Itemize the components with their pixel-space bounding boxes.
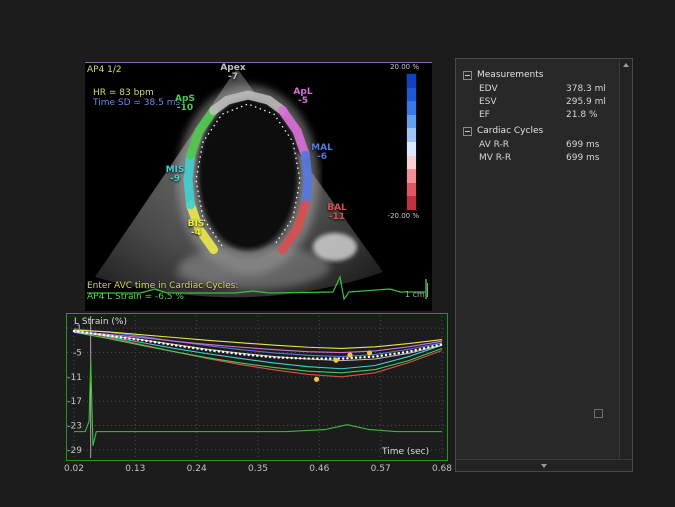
colorbar-bottom-label: -20.00 %	[381, 212, 421, 221]
colorbar-segment	[407, 156, 416, 170]
measurement-value: 295.9 ml	[566, 97, 606, 107]
scroll-up-button[interactable]	[620, 59, 632, 71]
measurement-row-mv-rr: MV R-R 699 ms	[456, 151, 618, 164]
strain-result: AP4 L Strain = -6.5 %	[87, 292, 184, 302]
section-header-cardiac-cycles[interactable]: Cardiac Cycles	[456, 124, 618, 138]
colorbar-segment	[407, 196, 416, 210]
roi-segment-mal	[305, 155, 308, 205]
section-title: Cardiac Cycles	[477, 126, 543, 136]
scrollbar-vertical[interactable]	[619, 59, 632, 459]
arrow-down-icon	[541, 464, 547, 468]
measurement-row-av-rr: AV R-R 699 ms	[456, 138, 618, 151]
lv-cavity	[198, 98, 298, 250]
collapse-icon[interactable]	[463, 71, 472, 80]
measurement-value: 699 ms	[566, 140, 600, 150]
measurement-value: 21.8 %	[566, 110, 597, 120]
measurement-label: MV R-R	[456, 153, 566, 163]
measurement-row-esv: ESV 295.9 ml	[456, 95, 618, 108]
colorbar-segment	[407, 115, 416, 129]
strain-chart-svg[interactable]: 0.020.130.240.350.460.570.681-5-11-17-23…	[60, 313, 460, 479]
measurement-row-ef: EF 21.8 %	[456, 108, 618, 121]
colorbar-segment	[407, 101, 416, 115]
y-tick-label: -23	[67, 422, 82, 432]
segment-label-apex: Apex-7	[216, 64, 250, 82]
x-tick-label: 0.02	[64, 464, 84, 474]
colorbar-segment	[407, 88, 416, 102]
x-tick-label: 0.46	[309, 464, 329, 474]
scale-tick	[427, 283, 428, 297]
measurement-label: ESV	[456, 97, 566, 107]
y-tick-label: -5	[73, 349, 82, 359]
hr-label: HR = 83 bpm	[93, 88, 154, 98]
measurement-label: EF	[456, 110, 566, 120]
chart-xlabel: Time (sec)	[381, 447, 429, 457]
measurements-panel: Measurements EDV 378.3 ml ESV 295.9 ml E…	[455, 58, 633, 472]
collapse-icon[interactable]	[463, 127, 472, 136]
section-title: Measurements	[477, 70, 543, 80]
y-tick-label: -17	[67, 397, 82, 407]
colorbar-segment	[407, 183, 416, 197]
measurement-value: 378.3 ml	[566, 84, 606, 94]
segment-label-aps: ApS-10	[168, 95, 202, 113]
valve-bright-spot	[313, 233, 357, 261]
peak-marker	[347, 352, 352, 357]
peak-marker	[367, 350, 372, 355]
scroll-down-bar[interactable]	[456, 459, 632, 471]
colorbar	[406, 73, 417, 211]
measurement-label: AV R-R	[456, 140, 566, 150]
view-label: AP4 1/2	[87, 65, 122, 75]
segment-label-mal: MAL-6	[305, 144, 339, 162]
x-tick-label: 0.68	[432, 464, 452, 474]
colorbar-segment	[407, 128, 416, 142]
arrow-up-icon	[623, 63, 629, 67]
viewport-top-divider	[85, 62, 432, 63]
colorbar-segment	[407, 169, 416, 183]
section-header-measurements[interactable]: Measurements	[456, 68, 618, 82]
colorbar-segment	[407, 142, 416, 156]
measurement-value: 699 ms	[566, 153, 600, 163]
measurement-label: EDV	[456, 84, 566, 94]
segment-label-bal: BAL-11	[320, 204, 354, 222]
y-tick-label: -29	[67, 446, 82, 456]
panel-body: Measurements EDV 378.3 ml ESV 295.9 ml E…	[456, 59, 618, 164]
series-bal	[74, 330, 442, 377]
app-screen: AP4 1/2 HR = 83 bpm Time SD = 38.5 ms Ap…	[0, 0, 675, 507]
x-tick-label: 0.35	[248, 464, 268, 474]
x-tick-label: 0.57	[371, 464, 391, 474]
scale-label: 1 cm	[405, 290, 425, 300]
peak-marker	[333, 358, 338, 363]
avc-prompt: Enter AVC time in Cardiac Cycles:	[87, 281, 238, 291]
x-tick-label: 0.13	[125, 464, 145, 474]
segment-label-mis: MIS-9	[158, 166, 192, 184]
strain-colorbar: 20.00 % -20.00 %	[381, 63, 421, 221]
series-ecg	[74, 361, 442, 446]
colorbar-segment	[407, 74, 416, 88]
peak-marker	[314, 377, 319, 382]
chart-ylabel: L Strain (%)	[74, 317, 127, 327]
colorbar-top-label: 20.00 %	[381, 63, 421, 72]
strain-chart[interactable]: 0.020.130.240.350.460.570.681-5-11-17-23…	[60, 313, 460, 479]
y-tick-label: -11	[67, 373, 82, 383]
segment-label-bis: BIS-4	[179, 220, 213, 238]
measurement-row-edv: EDV 378.3 ml	[456, 82, 618, 95]
x-tick-label: 0.24	[187, 464, 207, 474]
echo-viewport[interactable]: AP4 1/2 HR = 83 bpm Time SD = 38.5 ms Ap…	[85, 62, 432, 311]
small-square-icon	[594, 409, 603, 418]
segment-label-apl: ApL-5	[286, 88, 320, 106]
